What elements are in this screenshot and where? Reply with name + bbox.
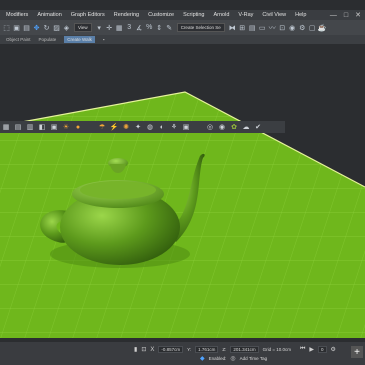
- curve-editor-icon[interactable]: 〰: [268, 23, 277, 33]
- y-coordinate-field[interactable]: 1.761cm: [195, 346, 219, 353]
- sphere-icon[interactable]: ◐: [157, 122, 167, 132]
- add-time-tag-label[interactable]: Add Time Tag: [240, 356, 267, 361]
- spacer-2: [193, 122, 203, 132]
- camera-icon[interactable]: ◧: [37, 122, 47, 132]
- edit-named-selection-icon[interactable]: ✎: [165, 23, 174, 33]
- check-icon[interactable]: ✔: [253, 122, 263, 132]
- lock-icon[interactable]: ▮: [134, 346, 137, 353]
- x-label-icon: X: [150, 346, 155, 353]
- y-label: Y:: [187, 347, 192, 352]
- umbrella-icon[interactable]: ☂: [97, 122, 107, 132]
- mirror-icon[interactable]: ⧓: [228, 23, 237, 33]
- pivot-icon[interactable]: ▾: [95, 23, 104, 33]
- schematic-view-icon[interactable]: ⊡: [278, 23, 287, 33]
- x-coordinate-field[interactable]: -0.857cm: [158, 346, 184, 353]
- helper-icon[interactable]: ⚘: [169, 122, 179, 132]
- bulb-icon[interactable]: ✦: [133, 122, 143, 132]
- status-bar: ▮ ⊡ X -0.857cm Y: 1.761cm Z: 201.341cm G…: [0, 342, 365, 365]
- populate-tab[interactable]: Populate: [39, 37, 57, 42]
- play-icon[interactable]: ▶: [309, 346, 314, 353]
- coordinate-row: ▮ ⊡ X -0.857cm Y: 1.761cm Z: 201.341cm G…: [134, 346, 291, 353]
- render-production-icon[interactable]: ☕: [318, 23, 327, 33]
- minimize-button[interactable]: —: [330, 12, 337, 19]
- z-coordinate-field[interactable]: 201.341cm: [230, 346, 259, 353]
- playback-controls: ⏮ ▶ 0 ⚙: [300, 346, 336, 353]
- light-icon[interactable]: ▣: [49, 122, 59, 132]
- menu-bar: Modifiers Animation Graph Editors Render…: [0, 10, 365, 20]
- grid-size-label: Grid = 10.0cm: [262, 347, 292, 352]
- snap-toggle-icon[interactable]: 3: [125, 23, 134, 33]
- environment-icon[interactable]: ☁: [241, 122, 251, 132]
- layer-explorer-icon[interactable]: ▤: [248, 23, 257, 33]
- percent-snap-icon[interactable]: %: [145, 23, 154, 33]
- enabled-label: Enabled:: [208, 356, 227, 361]
- material-editor-icon[interactable]: ◉: [288, 23, 297, 33]
- vray-icon[interactable]: ✿: [229, 122, 239, 132]
- time-config-icon[interactable]: ⚙: [331, 346, 336, 353]
- menu-animation[interactable]: Animation: [37, 12, 61, 18]
- main-toolbar: ⬚ ▣ ▤ ✥ ↻ ▨ ◈ View ▾ ✛ ▦ 3 ∡ % ⇕ ✎ Creat…: [0, 20, 365, 35]
- window-controls: — □ ✕: [330, 10, 361, 20]
- hair-icon[interactable]: ⚡: [109, 122, 119, 132]
- align-icon[interactable]: ⊞: [238, 23, 247, 33]
- render-icon[interactable]: ◉: [217, 122, 227, 132]
- layers-icon[interactable]: ▤: [13, 122, 23, 132]
- render-setup-icon[interactable]: ⚙: [298, 23, 307, 33]
- menu-vray[interactable]: V-Ray: [238, 12, 253, 18]
- ribbon-bar: Object Paint Populate Create Walk ▪: [0, 35, 365, 44]
- adaptive-degradation-icon[interactable]: ◆: [200, 355, 205, 362]
- object-paint-tab[interactable]: Object Paint: [6, 37, 31, 42]
- viewport-toolbar: ▦ ▤ ▥ ◧ ▣ ☀ ● ☂ ⚡ ✺ ✦ ◍ ◐ ⚘ ▣ ◎ ◉ ✿ ☁ ✔: [0, 121, 285, 133]
- perspective-viewport[interactable]: ▦ ▤ ▥ ◧ ▣ ☀ ● ☂ ⚡ ✺ ✦ ◍ ◐ ⚘ ▣ ◎ ◉ ✿ ☁ ✔: [0, 44, 365, 342]
- menu-rendering[interactable]: Rendering: [114, 12, 139, 18]
- close-button[interactable]: ✕: [355, 11, 361, 19]
- rendered-frame-icon[interactable]: ▢: [308, 23, 317, 33]
- window-crossing-icon[interactable]: ▤: [22, 23, 31, 33]
- ribbon-options-icon[interactable]: ▪: [103, 37, 105, 42]
- current-frame-field[interactable]: 0: [318, 346, 327, 353]
- menu-customize[interactable]: Customize: [148, 12, 174, 18]
- select-region-icon[interactable]: ▣: [12, 23, 21, 33]
- maximize-button[interactable]: □: [344, 12, 348, 19]
- select-manipulate-icon[interactable]: ✛: [105, 23, 114, 33]
- toggle-ribbon-icon[interactable]: ▭: [258, 23, 267, 33]
- scale-icon[interactable]: ▨: [52, 23, 61, 33]
- create-walk-tab[interactable]: Create Walk: [64, 36, 95, 43]
- named-selection-set-dropdown[interactable]: Create Selection Se: [176, 23, 225, 32]
- grid-icon[interactable]: ▦: [1, 122, 11, 132]
- menu-help[interactable]: Help: [295, 12, 306, 18]
- rotate-icon[interactable]: ↻: [42, 23, 51, 33]
- angle-snap-icon[interactable]: ∡: [135, 23, 144, 33]
- reference-coordinate-dropdown[interactable]: View: [74, 23, 92, 32]
- go-to-start-icon[interactable]: ⏮: [300, 346, 305, 353]
- status-row-bottom: ◆ Enabled: ◎ Add Time Tag: [200, 355, 267, 362]
- sun-light-icon[interactable]: ✺: [121, 122, 131, 132]
- menu-graph-editors[interactable]: Graph Editors: [71, 12, 105, 18]
- checker-sphere-icon[interactable]: ◍: [145, 122, 155, 132]
- absolute-mode-icon[interactable]: ⊡: [141, 346, 146, 353]
- move-icon[interactable]: ✥: [32, 23, 41, 33]
- teapot-icon[interactable]: ●: [73, 122, 83, 132]
- z-label: Z:: [222, 347, 227, 352]
- box-icon[interactable]: ▣: [181, 122, 191, 132]
- menu-civil-view[interactable]: Civil View: [262, 12, 286, 18]
- add-viewport-button[interactable]: +: [351, 346, 363, 358]
- time-tag-icon[interactable]: ◎: [230, 355, 235, 362]
- select-object-icon[interactable]: ⬚: [2, 23, 11, 33]
- menu-modifiers[interactable]: Modifiers: [6, 12, 28, 18]
- spinner-snap-icon[interactable]: ⇕: [155, 23, 164, 33]
- menu-arnold[interactable]: Arnold: [214, 12, 230, 18]
- display-icon[interactable]: ▥: [25, 122, 35, 132]
- menu-scripting[interactable]: Scripting: [183, 12, 204, 18]
- scene-render: [0, 91, 365, 338]
- material-icon[interactable]: ◎: [205, 122, 215, 132]
- keyboard-shortcut-icon[interactable]: ▦: [115, 23, 124, 33]
- select-place-icon[interactable]: ◈: [62, 23, 71, 33]
- sun-icon[interactable]: ☀: [61, 122, 71, 132]
